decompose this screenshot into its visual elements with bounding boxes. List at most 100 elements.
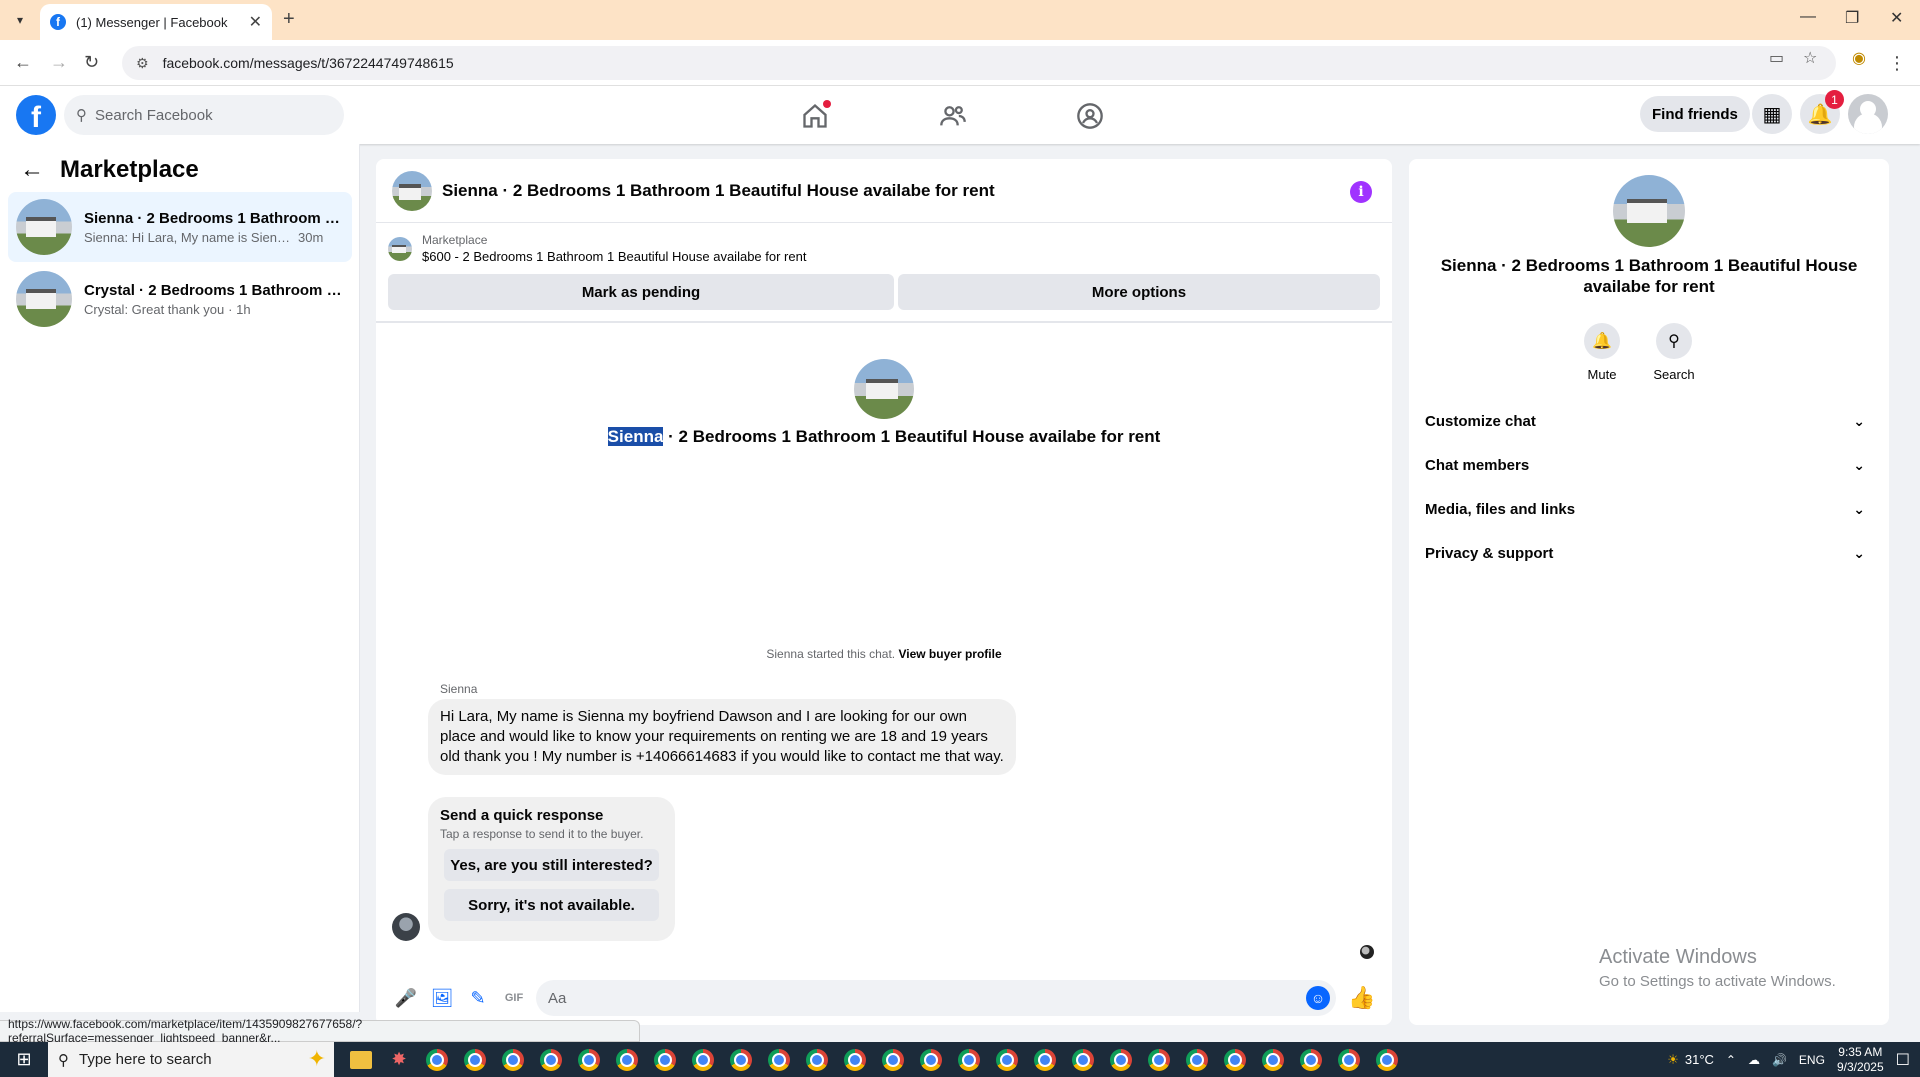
browser-menu-icon[interactable]: ⋮ — [1888, 53, 1906, 74]
more-options-button[interactable]: More options — [898, 274, 1380, 310]
back-arrow-icon[interactable]: ← — [14, 52, 32, 73]
install-app-icon[interactable]: ▭ — [1769, 48, 1784, 68]
chrome-icon[interactable] — [1064, 1042, 1102, 1077]
message-input[interactable] — [548, 989, 1288, 1007]
chrome-icon[interactable] — [1368, 1042, 1406, 1077]
snipping-tool-icon[interactable]: ✸ — [380, 1042, 418, 1077]
chrome-icon[interactable] — [1140, 1042, 1178, 1077]
chat-listing-thumbnail[interactable] — [392, 170, 432, 211]
listing-title-rest: · 2 Bedrooms 1 Bathroom 1 Beautiful Hous… — [663, 427, 1161, 446]
view-buyer-profile-link[interactable]: View buyer profile — [898, 647, 1001, 661]
close-window-icon[interactable]: ✕ — [1890, 8, 1903, 28]
microphone-icon[interactable]: 🎤 — [388, 980, 424, 1016]
thumbs-up-icon[interactable]: 👍 — [1348, 985, 1375, 1011]
info-icon[interactable]: i — [1350, 181, 1372, 203]
chrome-icon[interactable] — [760, 1042, 798, 1077]
chrome-icon[interactable] — [570, 1042, 608, 1077]
account-avatar[interactable] — [1848, 94, 1888, 134]
tab-close-icon[interactable]: ✕ — [249, 12, 262, 32]
marketplace-listing-banner[interactable]: Marketplace $600 - 2 Bedrooms 1 Bathroom… — [388, 233, 806, 264]
home-nav-icon[interactable] — [795, 100, 835, 132]
chevron-down-icon: ⌄ — [1853, 412, 1865, 429]
chrome-icon[interactable] — [684, 1042, 722, 1077]
chrome-icon[interactable] — [988, 1042, 1026, 1077]
mark-as-pending-button[interactable]: Mark as pending — [388, 274, 894, 310]
back-arrow-icon[interactable]: ← — [20, 156, 44, 184]
network-icon[interactable]: ☁ — [1748, 1053, 1760, 1067]
search-icon[interactable]: ⚲ — [1656, 323, 1692, 359]
clock[interactable]: 9:35 AM 9/3/2025 — [1837, 1045, 1884, 1075]
find-friends-button[interactable]: Find friends — [1640, 96, 1750, 132]
chrome-icon[interactable] — [798, 1042, 836, 1077]
chrome-icon[interactable] — [722, 1042, 760, 1077]
photo-icon[interactable]: 🖼 — [424, 980, 460, 1016]
friends-nav-icon[interactable] — [933, 100, 973, 132]
weather-widget[interactable]: ☀ 31°C — [1667, 1052, 1714, 1068]
message-bubble[interactable]: Hi Lara, My name is Sienna my boyfriend … — [428, 699, 1016, 775]
sticker-icon[interactable]: ✎ — [460, 980, 496, 1016]
site-settings-icon[interactable]: ⚙ — [136, 55, 149, 72]
media-files-links-row[interactable]: Media, files and links ⌄ — [1425, 491, 1873, 527]
taskbar-search[interactable]: ⚲ ✦ — [48, 1042, 334, 1077]
new-tab-plus-icon[interactable]: + — [283, 8, 295, 31]
chrome-icon[interactable] — [1254, 1042, 1292, 1077]
address-bar[interactable]: ⚙ facebook.com/messages/t/36722447497486… — [122, 46, 1836, 80]
file-explorer-icon[interactable] — [342, 1042, 380, 1077]
chat-title[interactable]: Sienna · 2 Bedrooms 1 Bathroom 1 Beautif… — [442, 181, 995, 201]
profile-icon[interactable]: ◉ — [1852, 48, 1866, 68]
chat-header: Sienna · 2 Bedrooms 1 Bathroom 1 Beautif… — [376, 159, 1392, 223]
notifications-bell-icon[interactable]: 🔔 1 — [1800, 90, 1844, 134]
windows-start-icon[interactable]: ⊞ — [0, 1049, 48, 1070]
groups-nav-icon[interactable] — [1070, 100, 1110, 132]
emoji-icon[interactable]: ☺ — [1306, 986, 1330, 1010]
reload-icon[interactable]: ↻ — [84, 52, 99, 73]
forward-arrow-icon[interactable]: → — [50, 52, 68, 73]
privacy-support-row[interactable]: Privacy & support ⌄ — [1425, 535, 1873, 571]
browser-tab[interactable]: f (1) Messenger | Facebook ✕ — [40, 4, 272, 40]
chrome-icon[interactable] — [1026, 1042, 1064, 1077]
volume-icon[interactable]: 🔊 — [1772, 1053, 1787, 1067]
chrome-icon[interactable] — [912, 1042, 950, 1077]
conversation-item[interactable]: Sienna · 2 Bedrooms 1 Bathroom 1 ... Sie… — [8, 192, 352, 262]
tab-list-chevron-icon[interactable]: ▾ — [8, 8, 32, 32]
language-indicator[interactable]: ENG — [1799, 1053, 1825, 1067]
chrome-icon[interactable] — [1102, 1042, 1140, 1077]
customize-chat-row[interactable]: Customize chat ⌄ — [1425, 403, 1873, 439]
sidebar-title: Marketplace — [60, 156, 199, 183]
chrome-icon[interactable] — [950, 1042, 988, 1077]
restore-icon[interactable]: ❐ — [1845, 8, 1859, 28]
taskbar-search-input[interactable] — [79, 1051, 239, 1068]
chrome-icon[interactable] — [532, 1042, 570, 1077]
bell-icon[interactable]: 🔔 — [1584, 323, 1620, 359]
search-action[interactable]: ⚲ Search — [1644, 323, 1704, 382]
bookmark-star-icon[interactable]: ☆ — [1803, 48, 1817, 68]
chrome-icon[interactable] — [494, 1042, 532, 1077]
quick-response-not-available-button[interactable]: Sorry, it's not available. — [444, 889, 659, 921]
temperature: 31°C — [1684, 1052, 1714, 1067]
chrome-icon[interactable] — [1178, 1042, 1216, 1077]
menu-grid-icon[interactable]: ▦ — [1752, 94, 1792, 134]
mute-action[interactable]: 🔔 Mute — [1572, 323, 1632, 382]
tray-chevron-up-icon[interactable]: ⌃ — [1726, 1053, 1736, 1067]
chrome-icon[interactable] — [1292, 1042, 1330, 1077]
chrome-icon[interactable] — [456, 1042, 494, 1077]
chrome-icon[interactable] — [836, 1042, 874, 1077]
chrome-icon[interactable] — [1330, 1042, 1368, 1077]
quick-response-still-interested-button[interactable]: Yes, are you still interested? — [444, 849, 659, 881]
facebook-search[interactable]: ⚲ — [64, 95, 344, 135]
notification-center-icon[interactable]: ☐ — [1896, 1050, 1910, 1070]
chat-members-row[interactable]: Chat members ⌄ — [1425, 447, 1873, 483]
chrome-icon[interactable] — [874, 1042, 912, 1077]
conversation-item[interactable]: Crystal · 2 Bedrooms 1 Bathroom 1... Cry… — [8, 264, 352, 334]
gif-icon[interactable]: GIF — [496, 980, 532, 1016]
chrome-icon[interactable] — [608, 1042, 646, 1077]
search-label: Search — [1653, 367, 1695, 382]
chat-start-notice: Sienna started this chat. View buyer pro… — [376, 647, 1392, 661]
sender-avatar[interactable] — [392, 913, 420, 941]
chrome-icon[interactable] — [646, 1042, 684, 1077]
minimize-icon[interactable]: — — [1800, 8, 1816, 26]
chrome-icon[interactable] — [418, 1042, 456, 1077]
chrome-icon[interactable] — [1216, 1042, 1254, 1077]
facebook-search-input[interactable] — [95, 106, 315, 124]
facebook-logo-icon[interactable]: f — [16, 95, 56, 135]
